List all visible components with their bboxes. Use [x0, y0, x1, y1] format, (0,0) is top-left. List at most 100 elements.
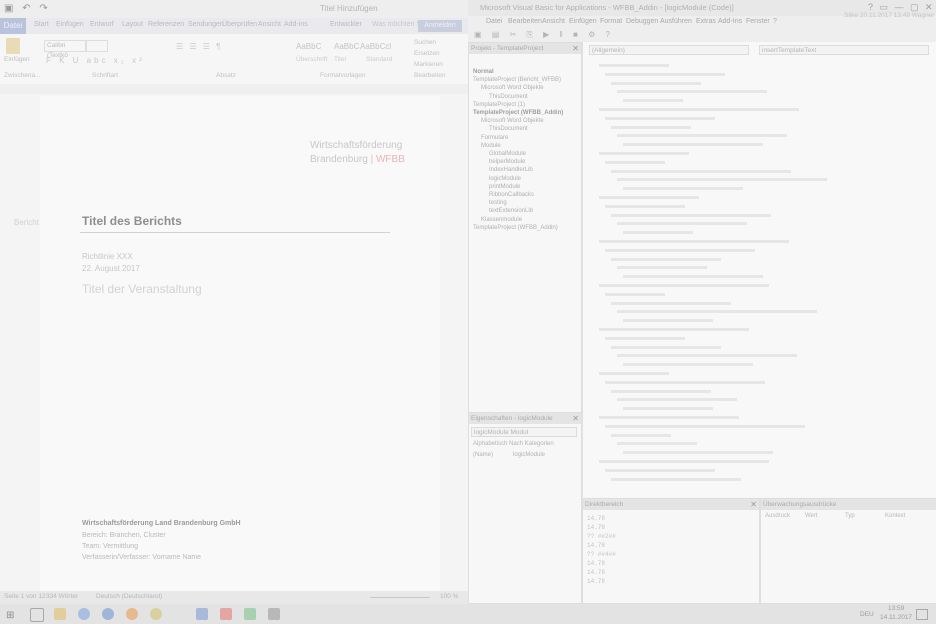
watch-col-expression[interactable]: Ausdruck — [765, 513, 790, 519]
tab-review[interactable]: Überprüfen — [222, 21, 257, 28]
tree-item[interactable]: helperModule — [489, 159, 525, 165]
select-button[interactable]: Markieren — [414, 61, 443, 68]
tree-item[interactable]: Normal — [473, 69, 494, 75]
paragraph-buttons[interactable]: ☰ ☰ ☰ ¶ — [176, 42, 222, 51]
status-language[interactable]: Deutsch (Deutschland) — [96, 593, 162, 600]
object-dropdown[interactable]: (Allgemein) — [589, 45, 749, 55]
procedure-dropdown[interactable]: insertTemplateText — [759, 45, 929, 55]
status-page[interactable]: Seite 1 von 12 — [4, 593, 46, 600]
tab-layout[interactable]: Layout — [122, 21, 143, 28]
tab-categories[interactable]: Nach Kategorien — [509, 441, 554, 447]
tab-file[interactable]: Datei — [0, 18, 26, 34]
tab-view[interactable]: Ansicht — [258, 21, 281, 28]
tray-date[interactable]: 14.11.2017 — [880, 614, 912, 621]
tree-item[interactable]: GlobalModule — [489, 151, 526, 157]
tree-item[interactable]: Microsoft Word Objekte — [481, 118, 544, 124]
excel-icon[interactable] — [244, 608, 256, 620]
code-window[interactable]: (Allgemein) insertTemplateText — [582, 42, 936, 497]
tray-time[interactable]: 13:59 — [888, 605, 904, 612]
paste-icon[interactable] — [6, 38, 20, 54]
tree-item[interactable]: RibbonCallbacks — [489, 192, 534, 198]
style-preview-3[interactable]: AaBbCcl — [360, 42, 391, 51]
font-size-field[interactable] — [86, 40, 108, 52]
tree-item[interactable]: ThisDocument — [489, 94, 528, 100]
menu-tools[interactable]: Extras — [696, 18, 716, 25]
tab-start[interactable]: Start — [34, 21, 49, 28]
menu-format[interactable]: Format — [600, 18, 622, 25]
property-name[interactable]: (Name) — [473, 452, 493, 458]
task-view-icon[interactable] — [30, 608, 44, 622]
code-line — [611, 389, 711, 393]
watch-col-type[interactable]: Typ — [845, 513, 855, 519]
properties-object-select[interactable]: logicModule Modul — [471, 427, 577, 437]
format-buttons[interactable]: F K U abc x₂ x² — [46, 56, 145, 65]
tree-item[interactable]: TemplateProject (1) — [473, 102, 525, 108]
group-paragraph-label: Absatz — [216, 72, 236, 79]
menu-view[interactable]: Ansicht — [542, 18, 565, 25]
menu-file[interactable]: Datei — [486, 18, 502, 25]
tab-mailings[interactable]: Sendungen — [188, 21, 224, 28]
menu-insert[interactable]: Einfügen — [569, 18, 597, 25]
style-preview-1[interactable]: AaBbC — [296, 42, 321, 51]
tree-item[interactable]: Formulare — [481, 135, 508, 141]
tab-alphabetical[interactable]: Alphabetisch — [473, 441, 507, 447]
tree-item[interactable]: Klassenmodule — [481, 217, 522, 223]
close-icon[interactable]: ✕ — [572, 43, 579, 54]
document-page[interactable]: Wirtschaftsförderung Brandenburg | WFBB … — [40, 96, 440, 591]
status-words[interactable]: 334 Wörter — [46, 593, 78, 600]
close-icon[interactable]: ✕ — [572, 413, 579, 424]
style-preview-2[interactable]: AaBbC — [334, 42, 359, 51]
toolbar-icons[interactable]: ▣ ▤ ✂ ⎘ ▶ ‖ ■ ⚙ ? — [474, 30, 614, 40]
close-icon[interactable]: ✕ — [750, 499, 757, 510]
code-line — [623, 407, 713, 411]
tree-item[interactable]: logicModule — [489, 176, 521, 182]
file-explorer-icon[interactable] — [54, 608, 66, 620]
font-name-field[interactable]: Calibri (Textkö — [44, 40, 86, 59]
tab-insert[interactable]: Einfügen — [56, 21, 84, 28]
edge-icon[interactable] — [78, 608, 90, 620]
menu-run[interactable]: Ausführen — [660, 18, 692, 25]
tree-item[interactable]: Module — [481, 143, 501, 149]
tree-item[interactable]: textExtensionLib — [489, 208, 533, 214]
menu-debug[interactable]: Debuggen — [626, 18, 658, 25]
word-icon[interactable] — [196, 608, 208, 620]
tree-item[interactable]: TemplateProject (WFBB_Addin) — [473, 225, 558, 231]
notification-icon[interactable] — [916, 609, 928, 620]
code-line — [623, 143, 763, 147]
watch-col-value[interactable]: Wert — [805, 513, 818, 519]
menu-help[interactable]: ? — [773, 18, 777, 25]
firefox-icon[interactable] — [126, 608, 138, 620]
tree-item[interactable]: testing — [489, 200, 507, 206]
tree-item[interactable]: printModule — [489, 184, 520, 190]
app-icon[interactable] — [268, 608, 280, 620]
code-line — [617, 442, 697, 446]
menu-edit[interactable]: Bearbeiten — [508, 18, 542, 25]
tree-item[interactable]: TemplateProject (WFBB_Addin) — [473, 110, 563, 116]
ie-icon[interactable] — [102, 608, 114, 620]
tree-item[interactable]: Microsoft Word Objekte — [481, 85, 544, 91]
immediate-window[interactable]: Direktbereich ✕ 14.78 14.78 ?? ##2## 14.78?… — [582, 498, 760, 604]
tab-addins[interactable]: Add-ins — [284, 21, 308, 28]
status-zoom[interactable]: 100 % — [440, 593, 458, 600]
replace-button[interactable]: Ersetzen — [414, 50, 440, 57]
find-button[interactable]: Suchen — [414, 39, 436, 46]
code-editor[interactable] — [583, 58, 936, 488]
zoom-slider[interactable] — [370, 597, 430, 598]
tray-language[interactable]: DEU — [860, 611, 874, 618]
sign-in-button[interactable]: Anmelden — [418, 20, 462, 32]
windows-start-icon[interactable]: ⊞ — [6, 610, 14, 621]
tab-references[interactable]: Referenzen — [148, 21, 184, 28]
tree-item[interactable]: IndexHandlerLib — [489, 167, 533, 173]
window-controls[interactable]: ? ▭ — ▢ ✕ — [868, 2, 935, 13]
tab-design[interactable]: Entwurf — [90, 21, 114, 28]
powerpoint-icon[interactable] — [220, 608, 232, 620]
tree-item[interactable]: ThisDocument — [489, 126, 528, 132]
quick-access-toolbar[interactable]: ▣ ↶ ↷ — [4, 3, 51, 14]
tab-developer[interactable]: Entwickler — [330, 21, 362, 28]
menu-addins[interactable]: Add-Ins — [718, 18, 742, 25]
menu-window[interactable]: Fenster — [746, 18, 770, 25]
tree-item[interactable]: TemplateProject (Bericht_WFBB) — [473, 77, 561, 83]
watch-col-context[interactable]: Kontext — [885, 513, 905, 519]
chrome-icon[interactable] — [150, 608, 162, 620]
property-value[interactable]: logicModule — [513, 452, 545, 458]
